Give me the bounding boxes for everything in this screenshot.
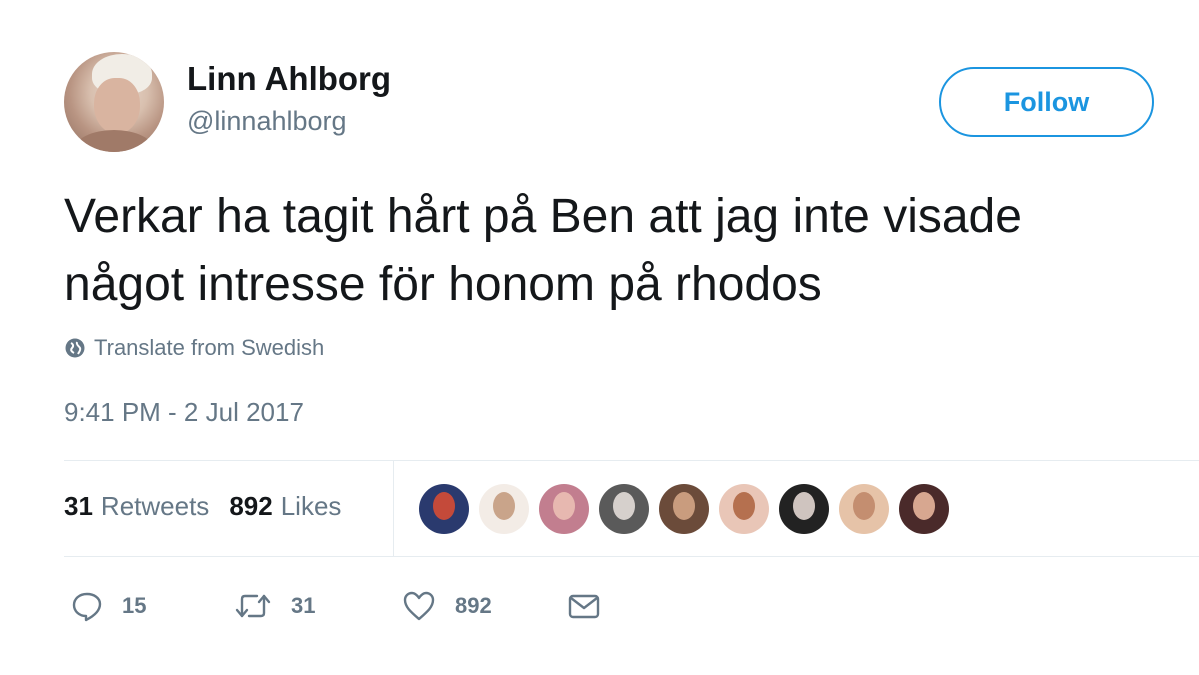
stats-divider (393, 461, 394, 556)
liker-avatar[interactable] (899, 484, 949, 534)
divider (64, 460, 1199, 461)
retweet-count: 31 (291, 593, 316, 618)
translate-label: Translate from Swedish (94, 335, 325, 360)
liker-avatar[interactable] (539, 484, 589, 534)
like-count: 892 (455, 593, 492, 618)
tweet-text-line-2: något intresse för honom på rhodos (64, 258, 822, 311)
liker-avatar-face (853, 492, 875, 520)
user-handle[interactable]: @linnahlborg (187, 106, 347, 137)
liker-avatar-face (733, 492, 755, 520)
tweet-actions: 15 31 892 (70, 586, 770, 626)
likes-count: 892 (229, 491, 273, 521)
retweet-icon (235, 594, 271, 618)
heart-icon (403, 591, 435, 621)
follow-button[interactable]: Follow (939, 67, 1154, 137)
tweet-timestamp[interactable]: 9:41 PM - 2 Jul 2017 (64, 397, 304, 428)
like-button[interactable]: 892 (401, 586, 492, 626)
liker-avatar[interactable] (419, 484, 469, 534)
avatar-face (94, 78, 140, 134)
liker-avatars (419, 484, 959, 534)
likes-stat[interactable]: 892 Likes (229, 491, 341, 522)
liker-avatar-face (493, 492, 515, 520)
liker-avatar[interactable] (719, 484, 769, 534)
retweets-count: 31 (64, 491, 93, 521)
translate-link[interactable]: Translate from Swedish (64, 335, 324, 361)
liker-avatar[interactable] (839, 484, 889, 534)
liker-avatar-face (613, 492, 635, 520)
liker-avatar[interactable] (779, 484, 829, 534)
liker-avatar-face (793, 492, 815, 520)
retweets-stat[interactable]: 31 Retweets (64, 491, 209, 522)
liker-avatar[interactable] (479, 484, 529, 534)
liker-avatar[interactable] (659, 484, 709, 534)
tweet-card: Linn Ahlborg @linnahlborg Follow Verkar … (0, 0, 1199, 675)
liker-avatar[interactable] (599, 484, 649, 534)
reply-count: 15 (122, 593, 147, 618)
liker-avatar-face (553, 492, 575, 520)
avatar[interactable] (64, 52, 164, 152)
reply-icon (72, 592, 102, 622)
retweet-button[interactable]: 31 (233, 586, 315, 626)
liker-avatar-face (913, 492, 935, 520)
likes-label: Likes (280, 491, 342, 521)
display-name[interactable]: Linn Ahlborg (187, 60, 391, 98)
globe-icon (65, 338, 85, 358)
liker-avatar-face (673, 492, 695, 520)
reply-button[interactable]: 15 (70, 586, 146, 626)
envelope-icon (568, 594, 600, 619)
liker-avatar-face (433, 492, 455, 520)
avatar-shoulder (74, 130, 154, 152)
tweet-text: Verkar ha tagit hårt på Ben att jag inte… (64, 183, 1199, 319)
divider (64, 556, 1199, 557)
direct-message-button[interactable] (566, 586, 602, 626)
tweet-stats: 31 Retweets 892 Likes (64, 491, 341, 522)
tweet-text-line-1: Verkar ha tagit hårt på Ben att jag inte… (64, 190, 1022, 243)
retweets-label: Retweets (100, 491, 210, 521)
